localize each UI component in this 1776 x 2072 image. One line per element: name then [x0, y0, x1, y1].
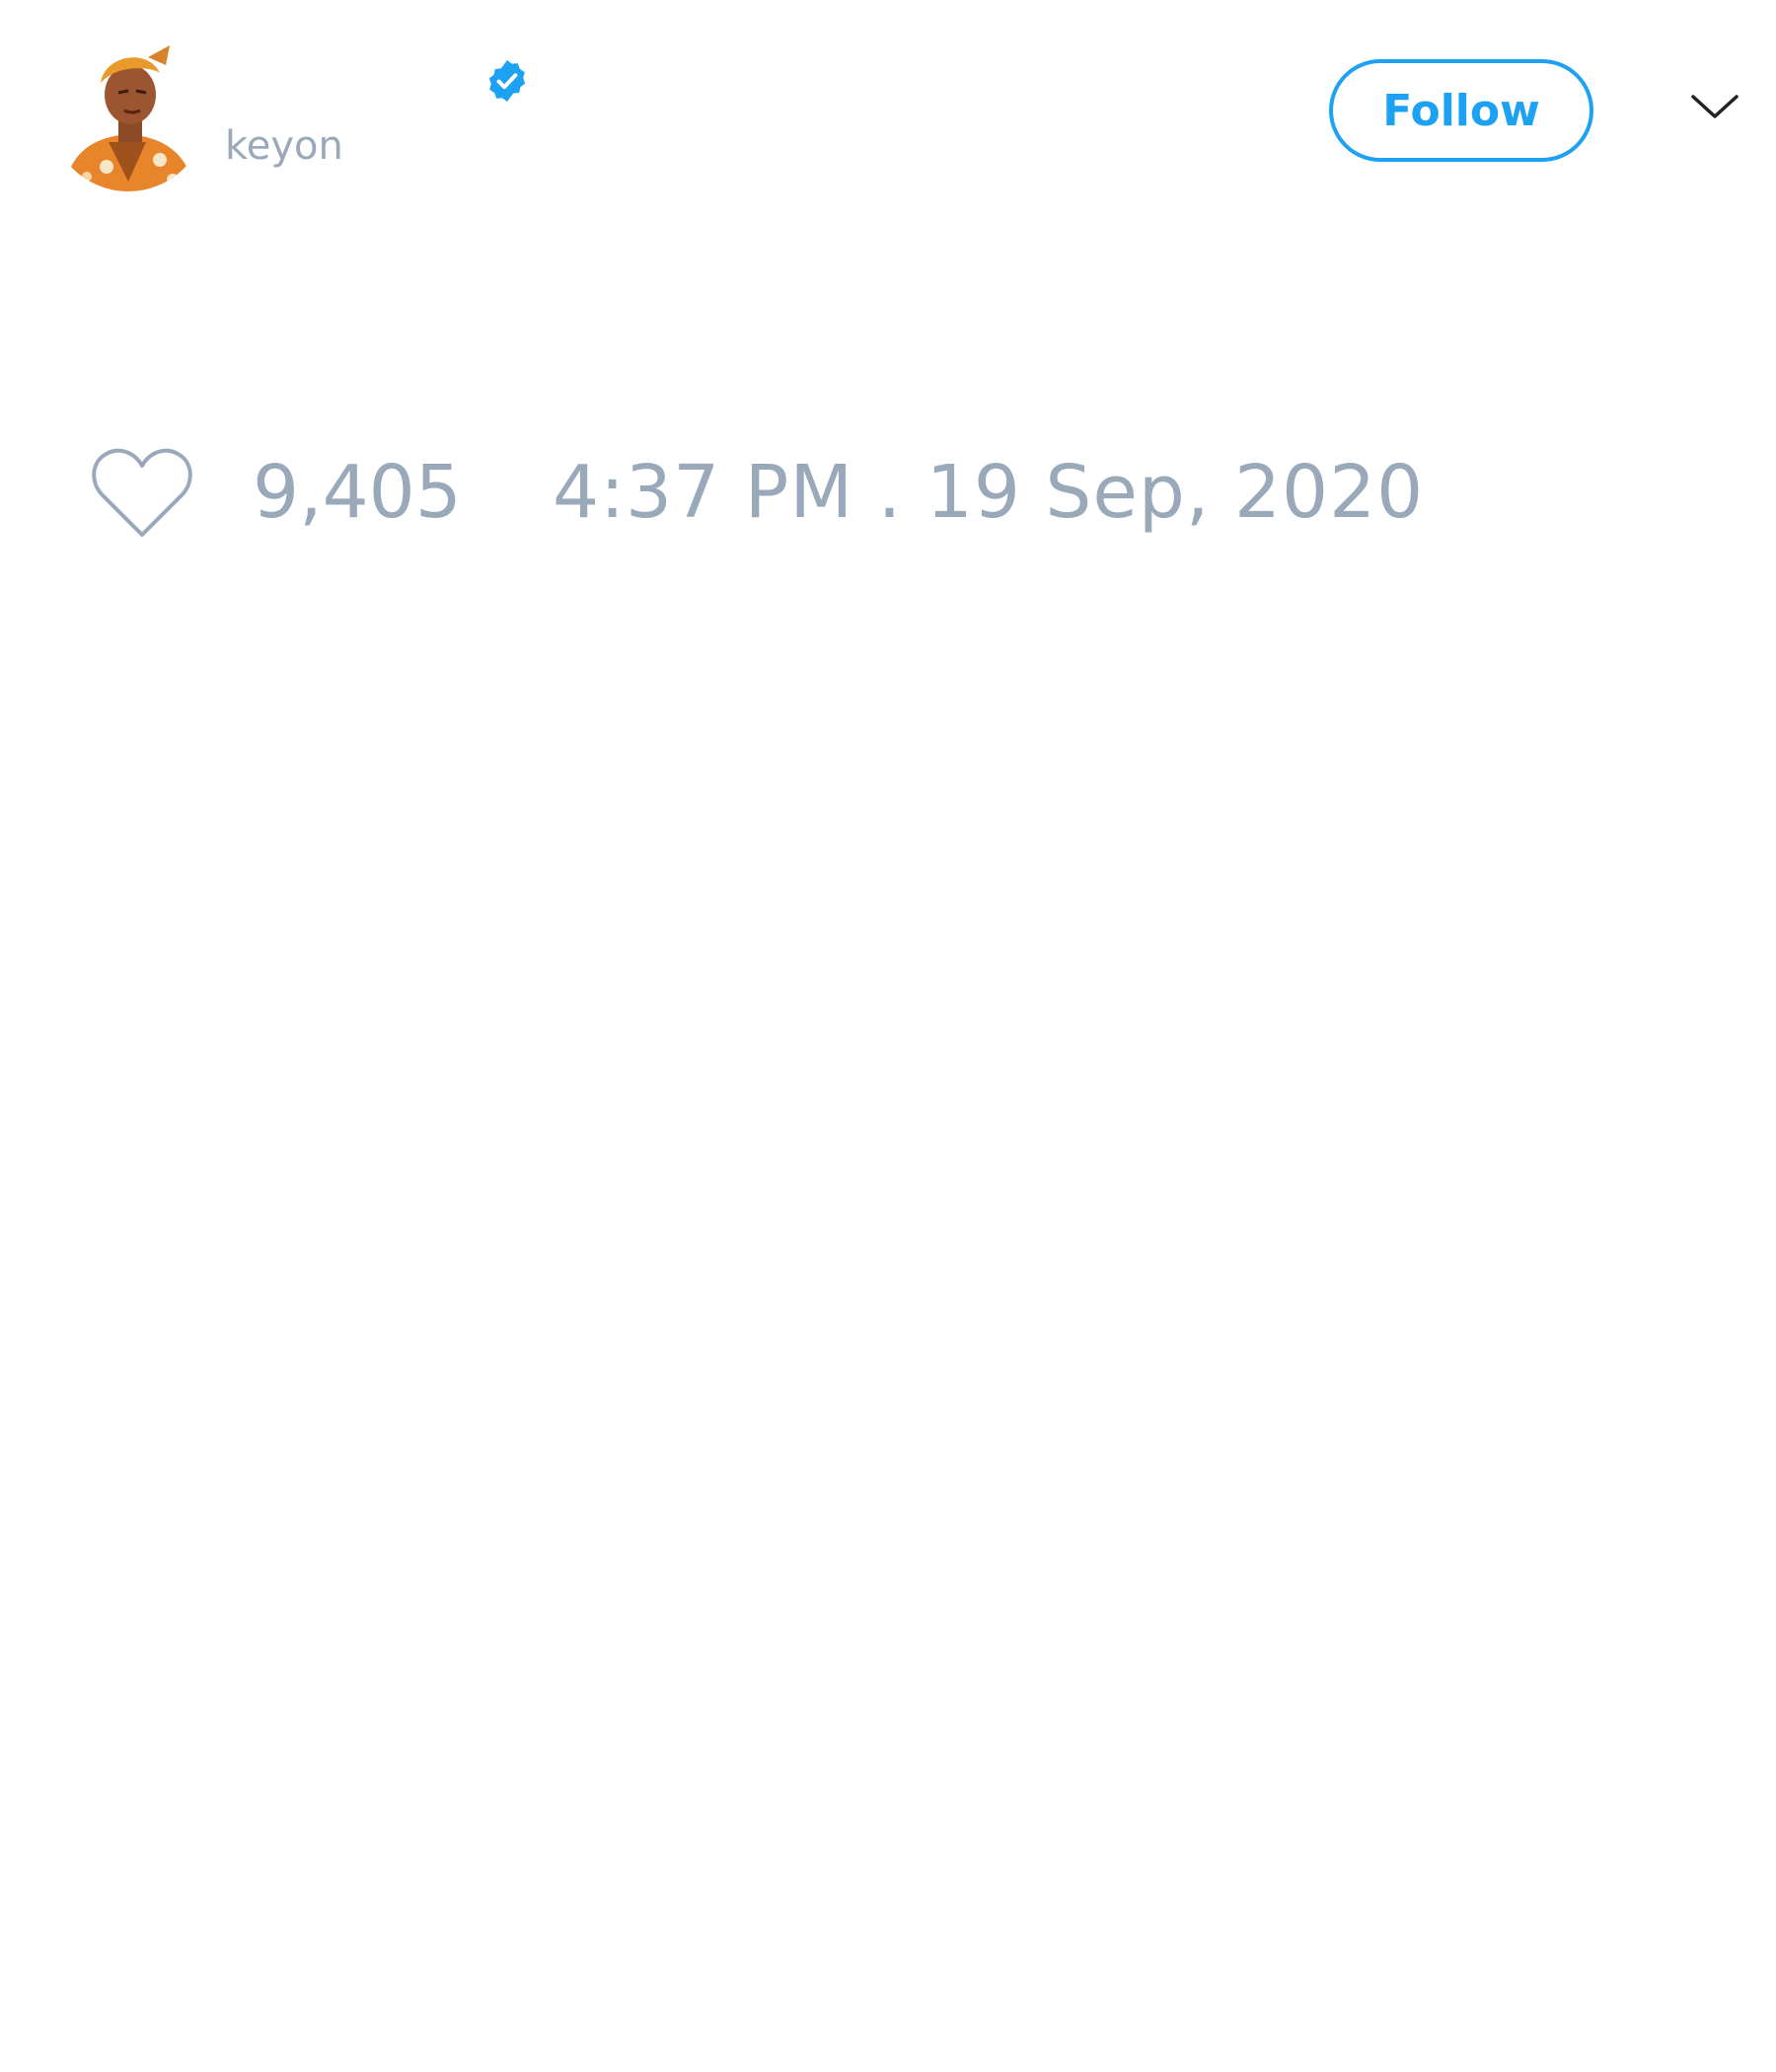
heart-icon[interactable] — [89, 446, 195, 541]
chevron-down-icon[interactable] — [1689, 91, 1740, 122]
like-count: 9,405 — [253, 450, 462, 535]
verified-badge-icon — [488, 60, 526, 102]
avatar-illustration — [49, 34, 207, 191]
avatar[interactable] — [49, 34, 207, 191]
follow-button[interactable]: Follow — [1329, 59, 1593, 162]
author-handle[interactable]: keyon — [225, 126, 343, 166]
tweet-timestamp: 4:37 PM . 19 Sep, 2020 — [553, 450, 1425, 535]
